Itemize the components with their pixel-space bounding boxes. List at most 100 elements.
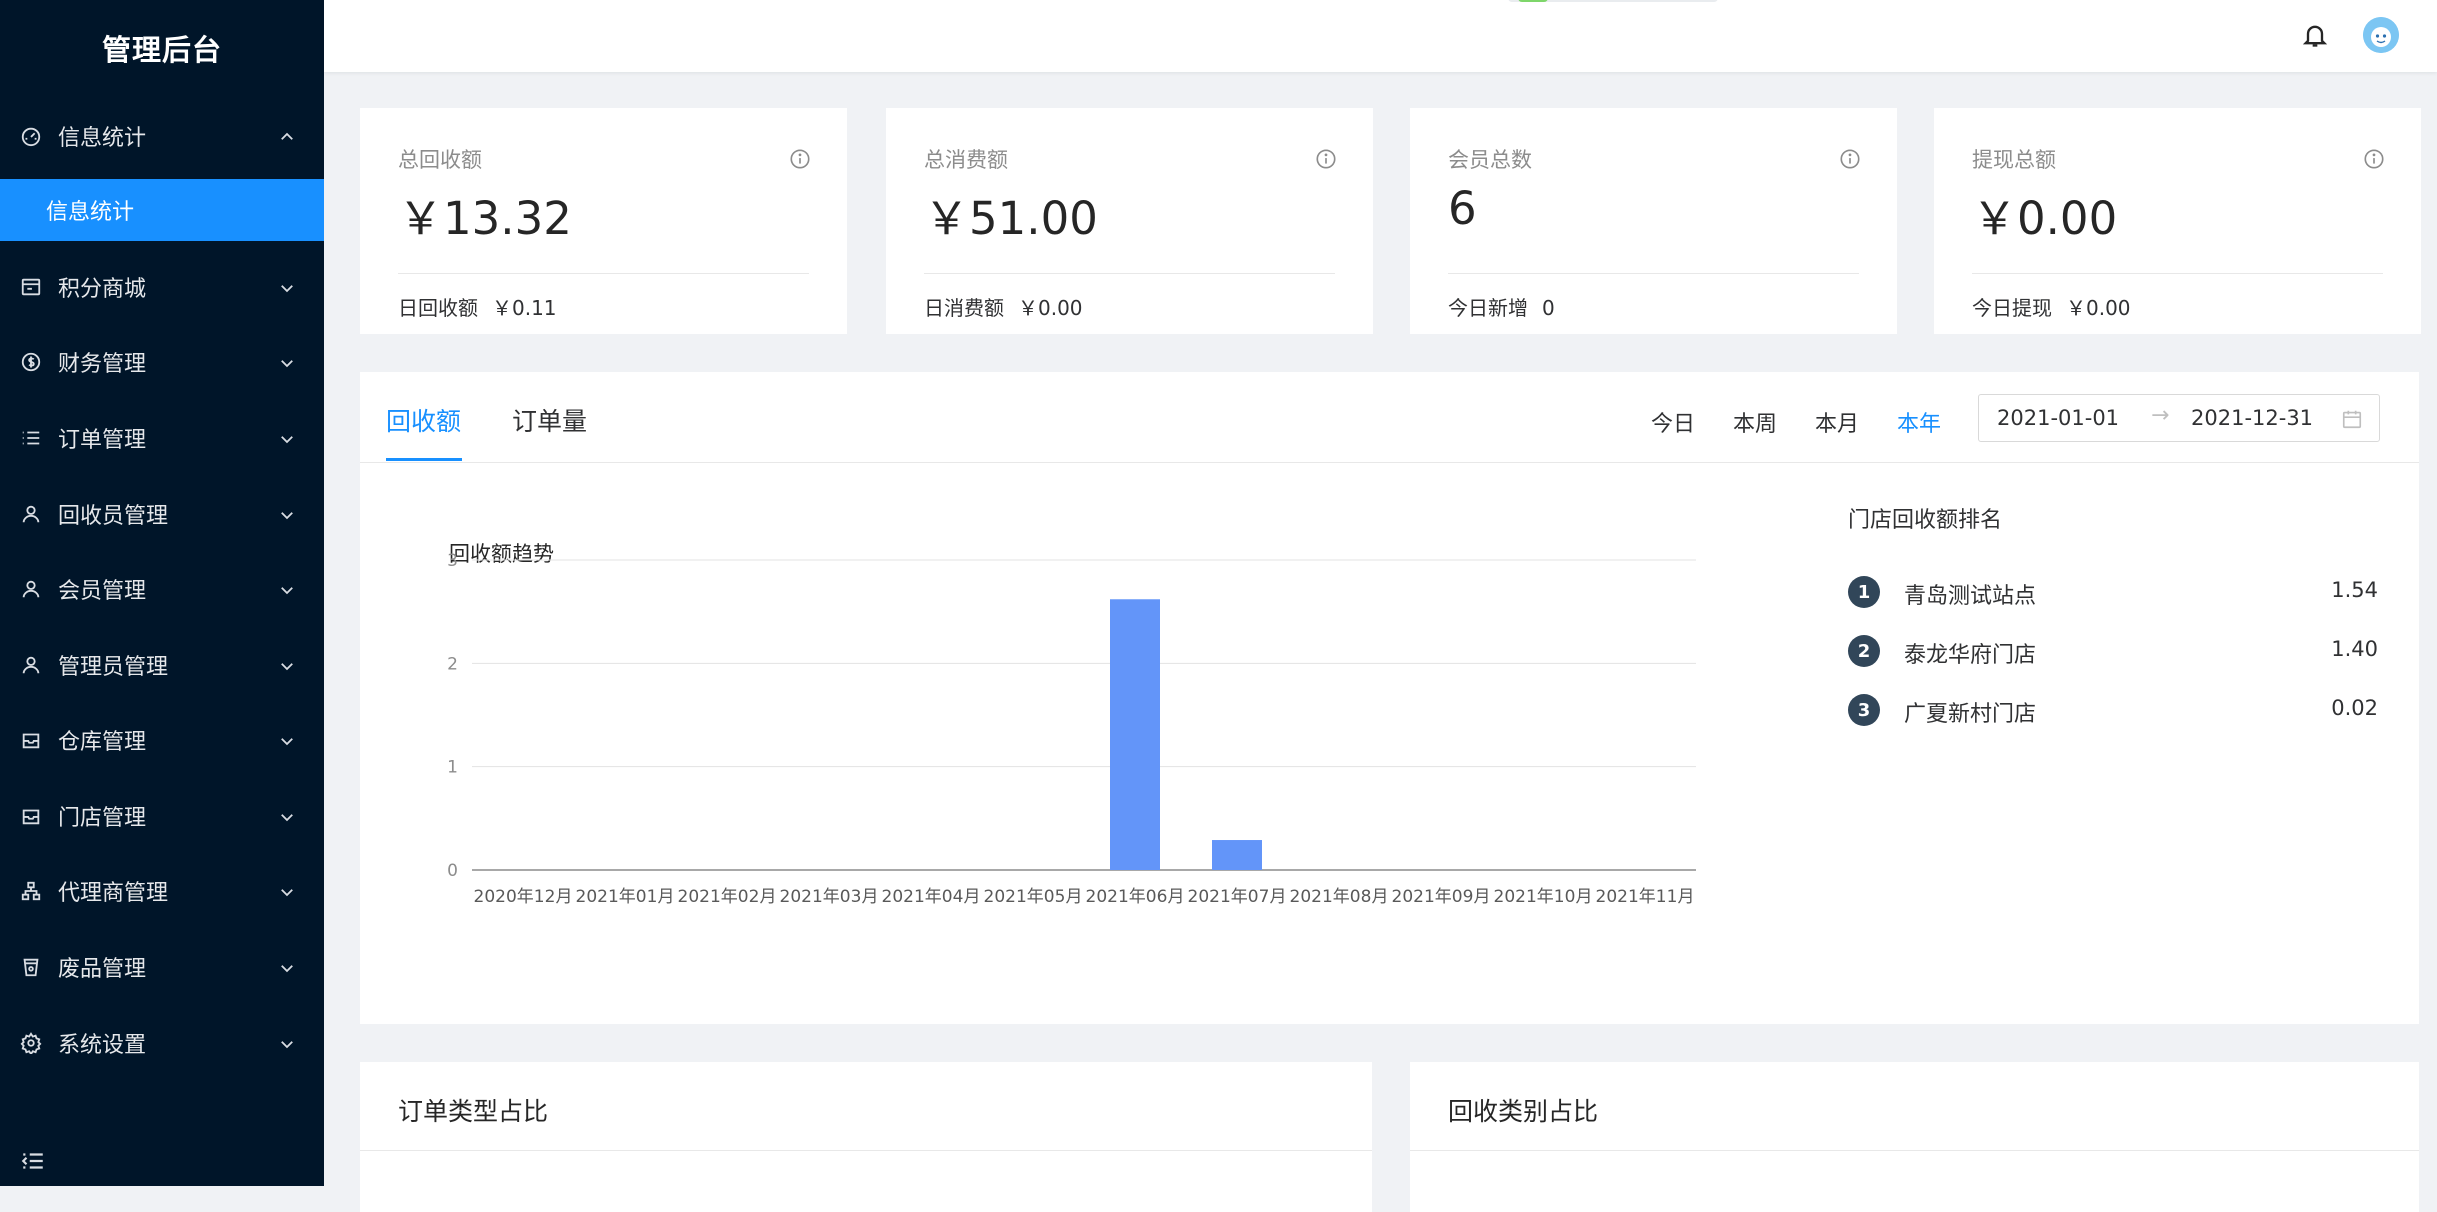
sidebar-item-warehouse[interactable]: 仓库管理	[0, 709, 324, 771]
card-title: 订单类型占比	[398, 1097, 549, 1126]
recycle-bin-icon	[20, 956, 42, 978]
y-tick-label: 0	[447, 861, 458, 881]
sidebar-item-waste[interactable]: 废品管理	[0, 936, 324, 998]
stat-title: 提现总额	[1972, 148, 2056, 172]
x-tick-label: 2021年07月	[1188, 887, 1287, 907]
cluster-icon	[20, 880, 42, 902]
rank-badge: 1	[1848, 576, 1880, 608]
chart-bar	[1110, 599, 1160, 870]
rank-value: 1.40	[2331, 637, 2378, 661]
recycle-category-card: 回收类别占比	[1410, 1062, 2419, 1212]
sidebar-item-label: 管理员管理	[58, 655, 169, 680]
top-header	[324, 0, 2437, 72]
dashboard-icon	[20, 125, 42, 147]
date-range-picker[interactable]: 2021-01-01 → 2021-12-31	[1978, 394, 2380, 442]
divider	[1410, 1150, 2419, 1151]
header-decoration-dot	[1518, 0, 1548, 2]
info-icon[interactable]	[1315, 148, 1337, 170]
sidebar-item-orders[interactable]: 订单管理	[0, 407, 324, 469]
stat-value: ￥0.00	[1972, 192, 2118, 245]
sidebar-item-info-stats[interactable]: 信息统计	[0, 105, 324, 167]
x-tick-label: 2021年05月	[984, 887, 1083, 907]
stat-footer: 日消费额 ￥0.00	[924, 292, 1083, 321]
dollar-icon	[20, 351, 42, 373]
chevron-down-icon	[278, 1034, 296, 1052]
chart-bar	[1212, 840, 1262, 870]
stat-footer-value: ￥0.00	[2066, 296, 2131, 320]
sidebar-item-members[interactable]: 会员管理	[0, 558, 324, 620]
chevron-down-icon	[278, 353, 296, 371]
sidebar-item-label: 会员管理	[58, 579, 147, 604]
range-today[interactable]: 今日	[1651, 406, 1695, 438]
sidebar-item-label: 积分商城	[58, 277, 147, 302]
sidebar-item-agents[interactable]: 代理商管理	[0, 860, 324, 922]
x-tick-label: 2021年02月	[678, 887, 777, 907]
stat-footer-label: 日消费额	[924, 296, 1004, 320]
menu-fold-icon[interactable]	[20, 1148, 46, 1174]
range-week[interactable]: 本周	[1733, 406, 1777, 438]
chevron-down-icon	[278, 656, 296, 674]
sidebar-item-settings[interactable]: 系统设置	[0, 1012, 324, 1074]
gear-icon	[20, 1032, 42, 1054]
x-tick-label: 2021年01月	[576, 887, 675, 907]
stat-value: ￥13.32	[398, 192, 572, 245]
info-icon[interactable]	[1839, 148, 1861, 170]
card-title: 回收类别占比	[1448, 1097, 1599, 1126]
chevron-down-icon	[278, 731, 296, 749]
user-icon	[20, 578, 42, 600]
range-year[interactable]: 本年	[1897, 406, 1941, 438]
rank-store-name: 泰龙华府门店	[1904, 643, 2037, 668]
x-tick-label: 2021年09月	[1392, 887, 1491, 907]
chart-tabs-bar: 回收额 订单量 今日 本周 本月 本年 2021-01-01 → 2021-12…	[360, 372, 2419, 463]
sidebar-item-stores[interactable]: 门店管理	[0, 785, 324, 847]
info-icon[interactable]	[789, 148, 811, 170]
bell-icon[interactable]	[2301, 20, 2329, 50]
calendar-icon	[2341, 408, 2363, 430]
stat-card-total-consumption: 总消费额 ￥51.00 日消费额 ￥0.00	[886, 108, 1373, 334]
stat-title: 总消费额	[924, 148, 1008, 172]
chevron-down-icon	[278, 807, 296, 825]
chevron-down-icon	[278, 958, 296, 976]
chevron-up-icon	[278, 127, 296, 145]
chevron-down-icon	[278, 505, 296, 523]
ranking-title: 门店回收额排名	[1848, 508, 2003, 533]
rank-store-name: 广夏新村门店	[1904, 702, 2037, 727]
stat-card-total-withdrawal: 提现总额 ￥0.00 今日提现 ￥0.00	[1934, 108, 2421, 334]
tab-recycle-amount[interactable]: 回收额	[386, 402, 461, 438]
x-tick-label: 2021年10月	[1494, 887, 1593, 907]
sidebar: 管理后台 信息统计 信息统计 积分商城 财务管理 订单管理 回收员管理 会员管理…	[0, 0, 324, 1186]
rank-badge: 3	[1848, 694, 1880, 726]
x-tick-label: 2021年11月	[1596, 887, 1695, 907]
stat-footer-label: 今日新增	[1448, 296, 1528, 320]
ranking-row: 3 广夏新村门店 0.02	[1848, 692, 2378, 727]
stat-title: 总回收额	[398, 148, 482, 172]
stat-value: 6	[1448, 182, 1477, 235]
divider	[924, 273, 1335, 274]
divider	[1448, 273, 1859, 274]
x-tick-label: 2021年04月	[882, 887, 981, 907]
sidebar-item-points-mall[interactable]: 积分商城	[0, 256, 324, 318]
range-month[interactable]: 本月	[1815, 406, 1859, 438]
submenu-item-info-stats[interactable]: 信息统计	[0, 179, 324, 241]
stat-card-total-recycle: 总回收额 ￥13.32 日回收额 ￥0.11	[360, 108, 847, 334]
y-tick-label: 1	[447, 758, 458, 778]
stat-title: 会员总数	[1448, 148, 1532, 172]
avatar[interactable]	[2363, 17, 2399, 53]
tab-order-count[interactable]: 订单量	[512, 402, 587, 438]
shop-icon	[20, 276, 42, 298]
sidebar-item-collectors[interactable]: 回收员管理	[0, 483, 324, 545]
sidebar-item-label: 系统设置	[58, 1033, 147, 1058]
chevron-down-icon	[278, 429, 296, 447]
date-end-input[interactable]: 2021-12-31	[2191, 406, 2313, 430]
y-tick-label: 2	[447, 654, 458, 674]
sidebar-item-finance[interactable]: 财务管理	[0, 331, 324, 393]
stat-footer: 今日提现 ￥0.00	[1972, 292, 2131, 321]
stat-footer-value: ￥0.00	[1018, 296, 1083, 320]
sidebar-item-label: 门店管理	[58, 806, 147, 831]
stat-card-total-members: 会员总数 6 今日新增 0	[1410, 108, 1897, 334]
info-icon[interactable]	[2363, 148, 2385, 170]
sidebar-item-admins[interactable]: 管理员管理	[0, 634, 324, 696]
chevron-down-icon	[278, 882, 296, 900]
ranking-row: 2 泰龙华府门店 1.40	[1848, 633, 2378, 668]
date-start-input[interactable]: 2021-01-01	[1997, 406, 2119, 430]
